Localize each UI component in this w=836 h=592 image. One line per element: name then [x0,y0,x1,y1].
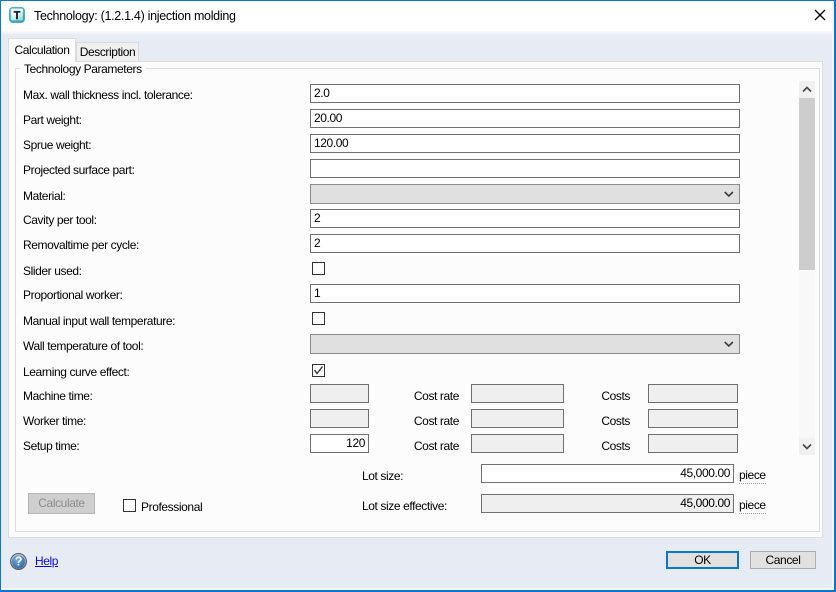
svg-text:?: ? [15,555,22,569]
